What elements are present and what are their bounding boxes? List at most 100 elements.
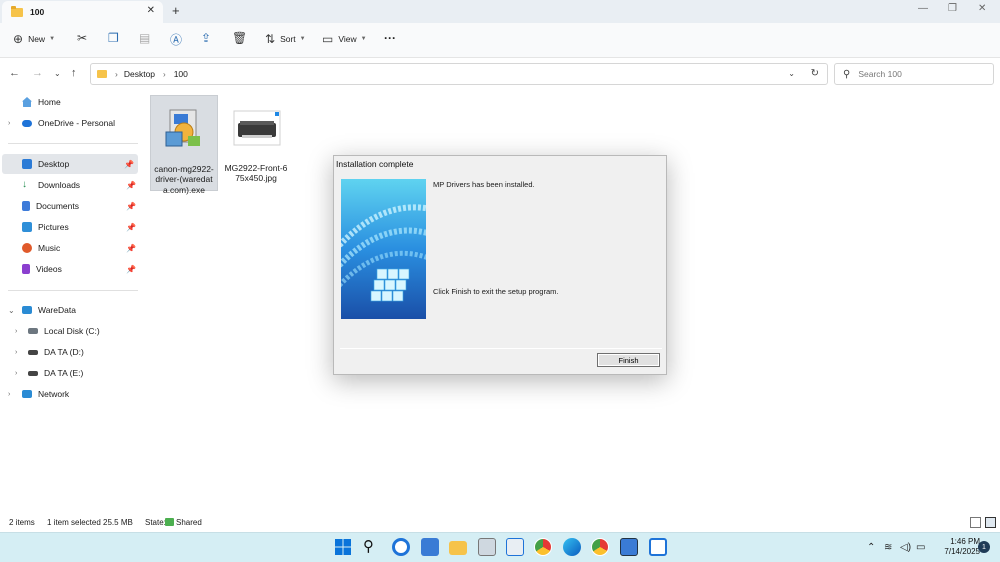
sidebar-item-label: Downloads — [38, 180, 81, 190]
rename-icon[interactable]: Ⓐ — [170, 31, 182, 48]
copy-icon[interactable]: ❐ — [108, 31, 119, 45]
address-dropdown-icon[interactable]: ⌄ — [788, 69, 795, 78]
sidebar-item-pictures[interactable]: Pictures 📌 — [0, 217, 140, 237]
state-label: State: — [145, 518, 166, 527]
pin-icon: 📌 — [126, 222, 136, 232]
breadcrumb-100[interactable]: 100 — [174, 69, 188, 79]
sidebar-item-downloads[interactable]: ↓ Downloads 📌 — [0, 175, 140, 195]
system-clock[interactable]: 1:46 PM 7/14/2025 — [934, 537, 980, 557]
new-label: New — [28, 34, 46, 44]
drive-icon — [28, 370, 38, 376]
recent-chevron-icon[interactable]: ⌄ — [54, 69, 61, 78]
cut-icon[interactable]: ✂ — [77, 31, 87, 45]
desktop-icon — [22, 159, 32, 169]
shared-icon — [165, 518, 174, 526]
maximize-button[interactable]: ❐ — [948, 3, 957, 14]
minimize-button[interactable]: — — [918, 3, 928, 14]
dialog-body: MP Drivers has been installed. Click Fin… — [335, 171, 665, 346]
sidebar-item-desktop[interactable]: Desktop 📌 — [2, 154, 138, 174]
address-bar[interactable]: › Desktop › 100 ⌄ ↻ — [90, 63, 828, 85]
pin-icon: 📌 — [126, 201, 136, 211]
breadcrumb-desktop[interactable]: Desktop — [124, 69, 155, 79]
delete-icon[interactable]: 🗑 — [232, 31, 247, 45]
sidebar-item-data-d[interactable]: › DA TA (D:) — [0, 342, 140, 362]
sort-button[interactable]: ⇅ Sort ▼ — [265, 32, 306, 46]
tab-close-button[interactable]: ✕ — [147, 5, 155, 16]
sidebar-item-label: WareData — [38, 305, 76, 315]
battery-icon[interactable]: ▭ — [916, 542, 925, 553]
search-box[interactable]: ⚲ Search 100 — [834, 63, 994, 85]
wifi-icon[interactable]: ≋ — [884, 542, 892, 553]
tiles-view-icon[interactable] — [985, 517, 996, 528]
close-button[interactable]: ✕ — [978, 3, 986, 14]
chevron-right-icon[interactable]: › — [8, 391, 10, 398]
home-icon — [22, 97, 32, 107]
details-view-icon[interactable] — [970, 517, 981, 528]
chevron-right-icon[interactable]: › — [15, 349, 17, 356]
setup-app-icon[interactable] — [620, 538, 638, 556]
windows-start-icon[interactable] — [334, 538, 352, 556]
chevron-down-icon: ▼ — [360, 36, 367, 42]
sidebar-item-music[interactable]: Music 📌 — [0, 238, 140, 258]
chrome-icon[interactable] — [534, 538, 552, 556]
plus-circle-icon: ⊕ — [13, 32, 24, 46]
up-arrow-icon[interactable]: ↑ — [71, 67, 77, 79]
notification-badge[interactable]: 1 — [978, 541, 990, 553]
file-explorer-icon[interactable] — [449, 541, 467, 555]
sidebar-item-videos[interactable]: Videos 📌 — [0, 259, 140, 279]
chevron-right-icon[interactable]: › — [15, 328, 17, 335]
chevron-up-icon[interactable]: ⌃ — [867, 542, 875, 553]
sidebar-item-onedrive[interactable]: › OneDrive - Personal — [0, 113, 140, 133]
chevron-down-icon[interactable]: ⌄ — [8, 306, 15, 315]
state-value: Shared — [176, 518, 202, 527]
new-button[interactable]: ⊕ New ▼ — [13, 32, 55, 46]
taskbar: ⚲ ⌃ ≋ ◁) ▭ 1:46 PM 7/14/2025 1 — [0, 532, 1000, 562]
forward-arrow-icon[interactable]: → — [32, 67, 43, 79]
navigation-pane: Home › OneDrive - Personal Desktop 📌 ↓ D… — [0, 90, 142, 510]
sidebar-item-waredata[interactable]: ⌄ WareData — [0, 300, 140, 320]
dialog-separator — [340, 348, 662, 349]
navigation-row: ← → ⌄ ↑ › Desktop › 100 ⌄ ↻ ⚲ Search 100 — [0, 58, 1000, 90]
clock-time: 1:46 PM — [950, 537, 980, 546]
sort-label: Sort — [280, 34, 296, 44]
installer-taskbar-icon[interactable] — [421, 538, 439, 556]
share-icon[interactable]: ⇪ — [201, 31, 211, 45]
tab-100[interactable]: 100 ✕ — [2, 1, 163, 23]
edge-icon[interactable] — [563, 538, 581, 556]
divider — [8, 290, 138, 291]
installer-banner-image — [341, 179, 426, 319]
back-arrow-icon[interactable]: ← — [9, 67, 20, 79]
chevron-right-icon[interactable]: › — [8, 120, 10, 127]
sidebar-item-data-e[interactable]: › DA TA (E:) — [0, 363, 140, 383]
active-window-icon[interactable] — [649, 538, 667, 556]
refresh-icon[interactable]: ↻ — [811, 68, 819, 79]
sidebar-item-local-disk-c[interactable]: › Local Disk (C:) — [0, 321, 140, 341]
sidebar-item-home[interactable]: Home — [0, 92, 140, 112]
notepad-icon[interactable] — [506, 538, 524, 556]
view-label: View — [338, 34, 357, 44]
speaker-icon[interactable]: ◁) — [900, 542, 911, 553]
finish-button[interactable]: Finish — [597, 353, 660, 367]
sidebar-item-label: Home — [38, 97, 61, 107]
file-item-image[interactable]: MG2922-Front-675x450.jpg — [222, 95, 290, 191]
app-window-icon[interactable] — [478, 538, 496, 556]
sidebar-item-label: Documents — [36, 201, 79, 211]
sidebar-item-network[interactable]: › Network — [0, 384, 140, 404]
more-options-button[interactable]: ··· — [384, 31, 396, 45]
view-icon: ▭ — [322, 32, 334, 46]
copilot-icon[interactable] — [392, 538, 410, 556]
folder-icon — [97, 70, 107, 78]
pin-icon: 📌 — [124, 159, 134, 169]
installer-icon — [165, 109, 200, 147]
file-item-installer[interactable]: canon-mg2922-driver-(waredata.com).exe — [150, 95, 218, 195]
search-icon[interactable]: ⚲ — [363, 538, 381, 556]
new-tab-button[interactable]: + — [172, 3, 180, 18]
view-button[interactable]: ▭ View ▼ — [322, 32, 367, 46]
chrome-profile-icon[interactable] — [591, 538, 609, 556]
music-icon — [22, 243, 32, 253]
paste-icon[interactable]: ▤ — [139, 31, 150, 45]
sidebar-item-label: Pictures — [38, 222, 69, 232]
chevron-right-icon[interactable]: › — [15, 370, 17, 377]
sidebar-item-label: OneDrive - Personal — [38, 118, 116, 128]
sidebar-item-documents[interactable]: Documents 📌 — [0, 196, 140, 216]
